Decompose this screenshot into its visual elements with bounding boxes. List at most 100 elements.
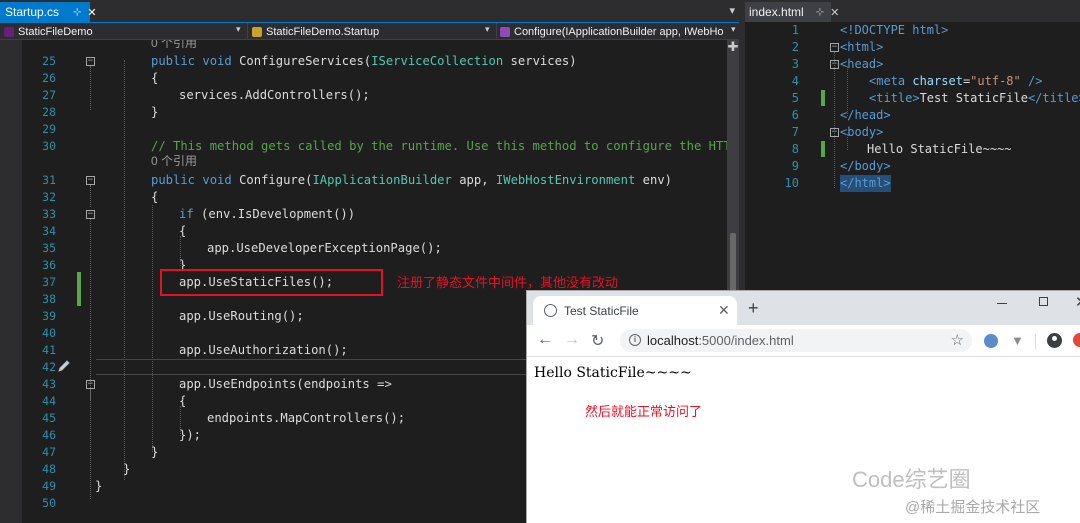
class-dropdown[interactable]: StaticFileDemo.Startup: [252, 24, 482, 39]
line-number: 33: [42, 207, 56, 221]
fold-guide: [90, 389, 92, 499]
line-number: 36: [42, 258, 56, 272]
keyword: public void: [151, 54, 240, 68]
chevron-down-icon[interactable]: ▾: [485, 24, 490, 35]
line-number: 50: [42, 496, 56, 510]
browser-toolbar: ← → ↻ i localhost:5000/index.html ☆ ▼: [527, 325, 1080, 357]
line-number: 38: [42, 292, 56, 306]
new-tab-icon[interactable]: +: [748, 298, 759, 319]
line-number: 35: [42, 241, 56, 255]
keyword: if: [179, 207, 194, 221]
forward-icon[interactable]: →: [564, 331, 580, 349]
record-icon[interactable]: [1073, 333, 1080, 347]
collapse-icon[interactable]: −: [86, 176, 95, 185]
url-host: localhost: [647, 333, 699, 348]
html-line: </head>: [840, 108, 891, 122]
close-icon[interactable]: ✕: [87, 6, 96, 19]
fold-guide: [834, 52, 836, 188]
highlight-box: [160, 269, 383, 296]
chevron-down-icon[interactable]: ▾: [729, 4, 735, 17]
code-token: (env.IsDevelopment()): [193, 207, 356, 221]
info-icon[interactable]: i: [629, 334, 641, 346]
collapse-icon[interactable]: −: [86, 57, 95, 66]
close-icon[interactable]: ✕: [830, 6, 839, 19]
change-indicator: [821, 141, 825, 157]
navigation-bar: StaticFileDemo ▾ StaticFileDemo.Startup …: [0, 22, 739, 40]
browser-page-content: Hello StaticFile~~~~ 然后就能正常访问了 Code综艺圈 @…: [527, 357, 1080, 523]
html-line: <!DOCTYPE html>: [840, 23, 949, 37]
class-icon: [252, 26, 262, 37]
code-token: Configure(: [239, 173, 313, 187]
split-icon[interactable]: ✚: [727, 40, 739, 54]
reload-icon[interactable]: ↻: [591, 331, 604, 351]
back-icon[interactable]: ←: [537, 331, 553, 349]
code-token: ConfigureServices(: [239, 54, 372, 68]
line-number: 45: [42, 411, 56, 425]
line-number: 26: [42, 71, 56, 85]
address-bar[interactable]: i localhost:5000/index.html ☆: [620, 329, 972, 352]
pin-icon[interactable]: ⊹: [73, 7, 81, 18]
code-line: services.AddControllers();: [179, 88, 370, 102]
line-number: 37: [42, 275, 56, 289]
line-number: 34: [42, 224, 56, 238]
chevron-down-icon[interactable]: ▾: [731, 24, 736, 35]
right-tab-bar: index.html ⊹ ✕: [745, 0, 1080, 22]
code-line: }: [151, 445, 159, 459]
type-token: IWebHostEnvironment: [495, 173, 636, 187]
code-line: app.UseAuthorization();: [179, 343, 348, 357]
code-line: public void ConfigureServices(IServiceCo…: [151, 53, 577, 70]
line-number: 43: [42, 377, 56, 391]
minimize-icon[interactable]: [997, 303, 1007, 304]
line-number: 42: [42, 360, 56, 374]
pin-icon[interactable]: ⊹: [816, 7, 824, 18]
line-number: 44: [42, 394, 56, 408]
line-number: 49: [42, 479, 56, 493]
maximize-icon[interactable]: [1039, 297, 1048, 306]
indent-guide: [124, 60, 126, 480]
close-tab-icon[interactable]: ✕: [718, 302, 730, 319]
member-dropdown[interactable]: Configure(IApplicationBuilder app, IWebH…: [500, 24, 728, 39]
annotation-text: 然后就能正常访问了: [585, 404, 703, 419]
line-number: 8: [791, 142, 799, 156]
browser-window: Test StaticFile ✕ + ✕ ← → ↻ i localhost:…: [527, 291, 1080, 523]
html-line: <head>: [840, 57, 884, 71]
line-number: 30: [42, 139, 56, 153]
references-lens[interactable]: 0 个引用: [151, 40, 197, 50]
text-token: Test StaticFile: [919, 91, 1028, 105]
chevron-down-icon[interactable]: ▾: [236, 24, 241, 35]
fold-guide: [90, 185, 92, 207]
html-line: <body>: [840, 125, 884, 139]
watermark-title: Code综艺圈: [852, 467, 971, 492]
project-name: StaticFileDemo: [18, 25, 93, 38]
close-window-icon[interactable]: ✕: [1075, 293, 1080, 311]
html-line: </html>: [840, 175, 891, 192]
string-token: "utf-8": [970, 74, 1021, 88]
browser-tab[interactable]: Test StaticFile ✕: [533, 296, 737, 325]
collapse-icon[interactable]: −: [86, 380, 95, 389]
member-name: Configure(IApplicationBuilder app, IWebH…: [514, 25, 724, 38]
collapse-icon[interactable]: −: [830, 43, 839, 52]
left-tab-bar: Startup.cs ⊹ ✕ ▾: [0, 0, 739, 22]
tab-index-html[interactable]: index.html ⊹ ✕: [745, 2, 839, 22]
line-number: 31: [42, 173, 56, 187]
type-token: IServiceCollection: [371, 54, 504, 68]
extension-icon[interactable]: [984, 334, 998, 348]
change-indicator: [77, 272, 81, 306]
references-lens[interactable]: 0 个引用: [151, 154, 197, 168]
collapse-icon[interactable]: −: [86, 210, 95, 219]
line-number: 48: [42, 462, 56, 476]
url-path: :5000/index.html: [698, 333, 794, 348]
fold-guide: [90, 219, 92, 400]
profile-icon[interactable]: [1047, 333, 1062, 348]
tag-token: <meta: [869, 74, 913, 88]
bookmark-star-icon[interactable]: ☆: [951, 331, 964, 349]
tab-startup-cs[interactable]: Startup.cs ⊹ ✕: [0, 2, 97, 22]
code-comment: // This method gets called by the runtim…: [151, 139, 727, 153]
line-number: 40: [42, 326, 56, 340]
quick-actions-icon[interactable]: [56, 358, 72, 374]
class-name: StaticFileDemo.Startup: [266, 25, 380, 38]
extension-vuetify-icon[interactable]: ▼: [1011, 333, 1024, 348]
page-body-text: Hello StaticFile~~~~: [534, 365, 692, 381]
project-dropdown[interactable]: StaticFileDemo: [4, 24, 234, 39]
browser-tab-title: Test StaticFile: [564, 304, 639, 318]
